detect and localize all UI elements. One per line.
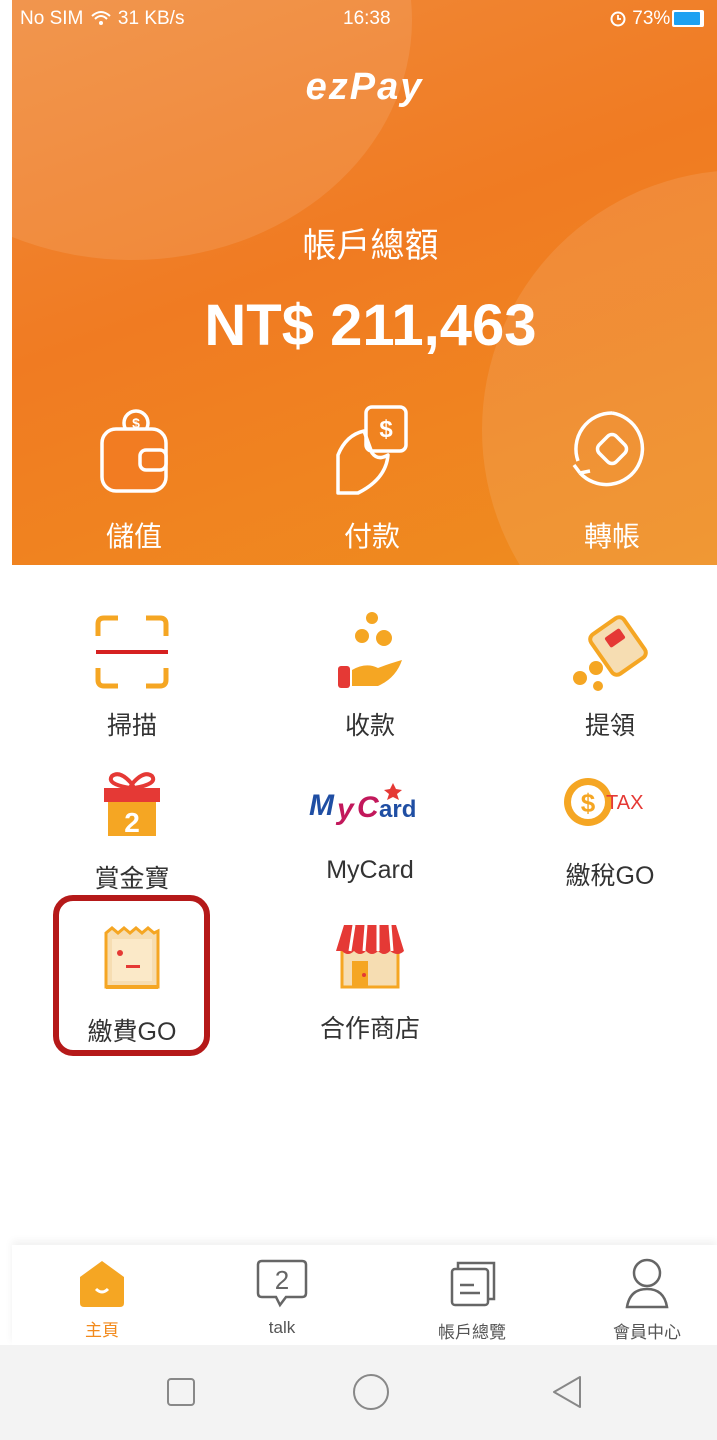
payment-icon: $ [336, 405, 408, 495]
battery-text: 73% [632, 8, 671, 29]
svg-text:$: $ [379, 416, 393, 443]
system-nav-bar [0, 1345, 717, 1440]
speed-text: 31 KB/s [117, 8, 185, 29]
clock-text: 16:38 [343, 8, 391, 29]
transfer-button[interactable]: 轉帳 [532, 405, 692, 555]
tab-member-center[interactable]: 會員中心 [597, 1257, 697, 1343]
status-left: No SIM 31 KB/s [20, 8, 184, 30]
back-icon[interactable] [550, 1375, 584, 1409]
pay-button[interactable]: $ 付款 [292, 405, 452, 555]
svg-text:y: y [335, 793, 355, 826]
svg-text:ard: ard [379, 796, 416, 823]
tab-home[interactable]: 主頁 [52, 1257, 152, 1341]
receive-icon [338, 612, 402, 688]
tab-account-overview-label: 帳戶總覽 [438, 1323, 506, 1342]
balance-label: 帳戶總額 [302, 227, 439, 265]
svg-text:TAX: TAX [606, 792, 643, 814]
transfer-label: 轉帳 [583, 521, 640, 552]
tax-label: 繳稅GO [565, 862, 655, 890]
home-circle-icon[interactable] [352, 1373, 390, 1411]
topup-button[interactable]: $ 儲值 [54, 405, 214, 555]
bounty-label: 賞金寶 [94, 865, 170, 893]
status-bar: No SIM 31 KB/s 16:38 73% [0, 0, 717, 36]
wifi-icon [90, 11, 111, 25]
alarm-icon [610, 11, 626, 27]
svg-text:$: $ [581, 788, 596, 818]
svg-text:M: M [309, 789, 335, 822]
scan-button[interactable]: 掃描 [42, 612, 222, 742]
wallet-icon: $ [100, 409, 168, 493]
scan-icon [95, 615, 169, 689]
receive-button[interactable]: 收款 [280, 612, 460, 742]
tab-talk[interactable]: 2 talk [232, 1257, 332, 1338]
receive-label: 收款 [344, 712, 395, 740]
tab-talk-label: talk [268, 1318, 296, 1337]
mycard-logo: M y C ard [309, 783, 416, 826]
partner-store-button[interactable]: 合作商店 [280, 915, 460, 1045]
account-overview-icon [450, 1261, 496, 1307]
mycard-button[interactable]: M y C ard MyCard [280, 762, 460, 885]
tax-button[interactable]: $ TAX 繳稅GO [520, 762, 700, 892]
withdraw-icon [573, 615, 648, 691]
mycard-label: MyCard [326, 856, 414, 884]
carrier-text: No SIM [20, 8, 84, 29]
battery-icon [672, 10, 704, 27]
transfer-icon [572, 411, 645, 487]
svg-text:C: C [357, 791, 380, 824]
member-icon [625, 1258, 669, 1309]
bounty-button[interactable]: 2 賞金寶 [42, 765, 222, 895]
bottom-tab-bar: 主頁 2 talk 帳戶總覽 會員中心 [12, 1245, 717, 1345]
home-icon [80, 1261, 124, 1307]
status-right: 73% [609, 8, 670, 30]
talk-icon: 2 [256, 1259, 308, 1308]
gift-icon: 2 [104, 772, 160, 838]
tab-account-overview[interactable]: 帳戶總覽 [422, 1257, 522, 1343]
balance-value: NT$ 211,463 [204, 293, 537, 358]
tab-home-label: 主頁 [85, 1321, 119, 1340]
tab-member-center-label: 會員中心 [613, 1323, 681, 1342]
withdraw-button[interactable]: 提領 [520, 612, 700, 742]
svg-text:2: 2 [275, 1265, 289, 1295]
tax-icon: $ TAX [564, 778, 643, 826]
recent-apps-icon[interactable] [166, 1377, 196, 1407]
store-icon [336, 924, 404, 989]
svg-text:2: 2 [124, 807, 140, 838]
topup-label: 儲值 [105, 521, 162, 552]
ezpay-logo: ezPay [305, 66, 424, 108]
scan-label: 掃描 [106, 712, 157, 740]
highlight-box [53, 895, 210, 1056]
withdraw-label: 提領 [584, 712, 635, 740]
partner-store-label: 合作商店 [319, 1015, 420, 1043]
pay-label: 付款 [343, 521, 400, 552]
